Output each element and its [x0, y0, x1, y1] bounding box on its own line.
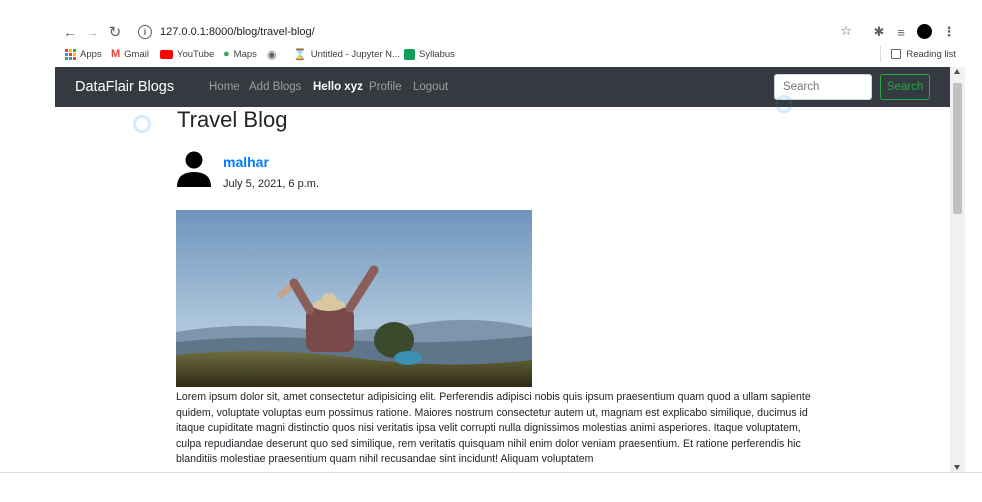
reload-icon[interactable]: ↻ [105, 22, 125, 42]
search-button[interactable]: Search [880, 74, 930, 100]
nav-home[interactable]: Home [209, 67, 240, 107]
media-playlist-icon[interactable]: ≡ [892, 23, 910, 41]
post-image [176, 210, 532, 387]
bookmarks-bar: Apps M Gmail YouTube ● Maps ◉ ⌛ Untitled… [0, 46, 982, 62]
watermark-logo [133, 115, 151, 133]
nav-profile[interactable]: Profile [369, 67, 402, 107]
extensions-puzzle-icon[interactable]: ✱ [870, 23, 888, 41]
browser-chrome: ← → ↻ i 127.0.0.1:8000/blog/travel-blog/… [0, 0, 982, 67]
gmail-icon: M [111, 48, 121, 60]
back-arrow-icon[interactable]: ← [60, 22, 80, 42]
user-avatar-icon [177, 151, 211, 187]
menu-dots-icon[interactable]: ⋮ [940, 23, 958, 41]
profile-avatar-icon[interactable] [917, 24, 932, 39]
brand-logo[interactable]: DataFlair Blogs [75, 67, 174, 107]
nav-logout[interactable]: Logout [413, 67, 448, 107]
browser-toolbar: ← → ↻ i 127.0.0.1:8000/blog/travel-blog/… [0, 20, 982, 44]
bookmark-apps[interactable]: Apps [65, 46, 102, 62]
author-link[interactable]: malhar [223, 154, 269, 170]
reading-list-button[interactable]: Reading list [880, 46, 956, 62]
scroll-thumb[interactable] [953, 83, 962, 214]
divider [0, 472, 982, 473]
page-scrollbar[interactable] [950, 67, 965, 472]
reading-list-icon [891, 49, 902, 59]
traveler-photo [176, 210, 532, 387]
nav-add-blogs[interactable]: Add Blogs [249, 67, 301, 107]
url-text[interactable]: 127.0.0.1:8000/blog/travel-blog/ [160, 26, 315, 38]
scroll-down-icon[interactable] [954, 465, 960, 470]
bookmark-maps[interactable]: ● Maps [223, 46, 257, 62]
bookmark-jupyter[interactable]: ⌛ Untitled - Jupyter N... [293, 46, 400, 62]
hourglass-icon: ⌛ [293, 48, 307, 61]
scroll-up-icon[interactable] [954, 69, 960, 74]
apps-grid-icon [65, 48, 76, 60]
post-date: July 5, 2021, 6 p.m. [223, 178, 319, 190]
nav-hello-user[interactable]: Hello xyz [313, 67, 363, 107]
maps-pin-icon: ● [223, 48, 230, 60]
bookmark-globe[interactable]: ◉ [267, 46, 277, 62]
page-title: Travel Blog [177, 107, 288, 132]
page-viewport: DataFlair Blogs Home Add Blogs Hello xyz… [55, 67, 950, 472]
site-navbar: DataFlair Blogs Home Add Blogs Hello xyz… [55, 67, 950, 107]
post-body: Lorem ipsum dolor sit, amet consectetur … [176, 391, 811, 466]
bookmark-gmail[interactable]: M Gmail [111, 46, 149, 62]
bookmark-youtube[interactable]: YouTube [160, 46, 214, 62]
address-bar[interactable]: i 127.0.0.1:8000/blog/travel-blog/ ☆ [134, 22, 864, 42]
forward-arrow-icon[interactable]: → [82, 22, 102, 42]
classroom-icon [404, 48, 415, 60]
bookmark-syllabus[interactable]: Syllabus [404, 46, 455, 62]
info-icon[interactable]: i [138, 25, 152, 39]
watermark-logo [775, 95, 793, 113]
star-icon[interactable]: ☆ [840, 23, 852, 39]
youtube-icon [160, 49, 173, 59]
globe-icon: ◉ [267, 48, 277, 61]
